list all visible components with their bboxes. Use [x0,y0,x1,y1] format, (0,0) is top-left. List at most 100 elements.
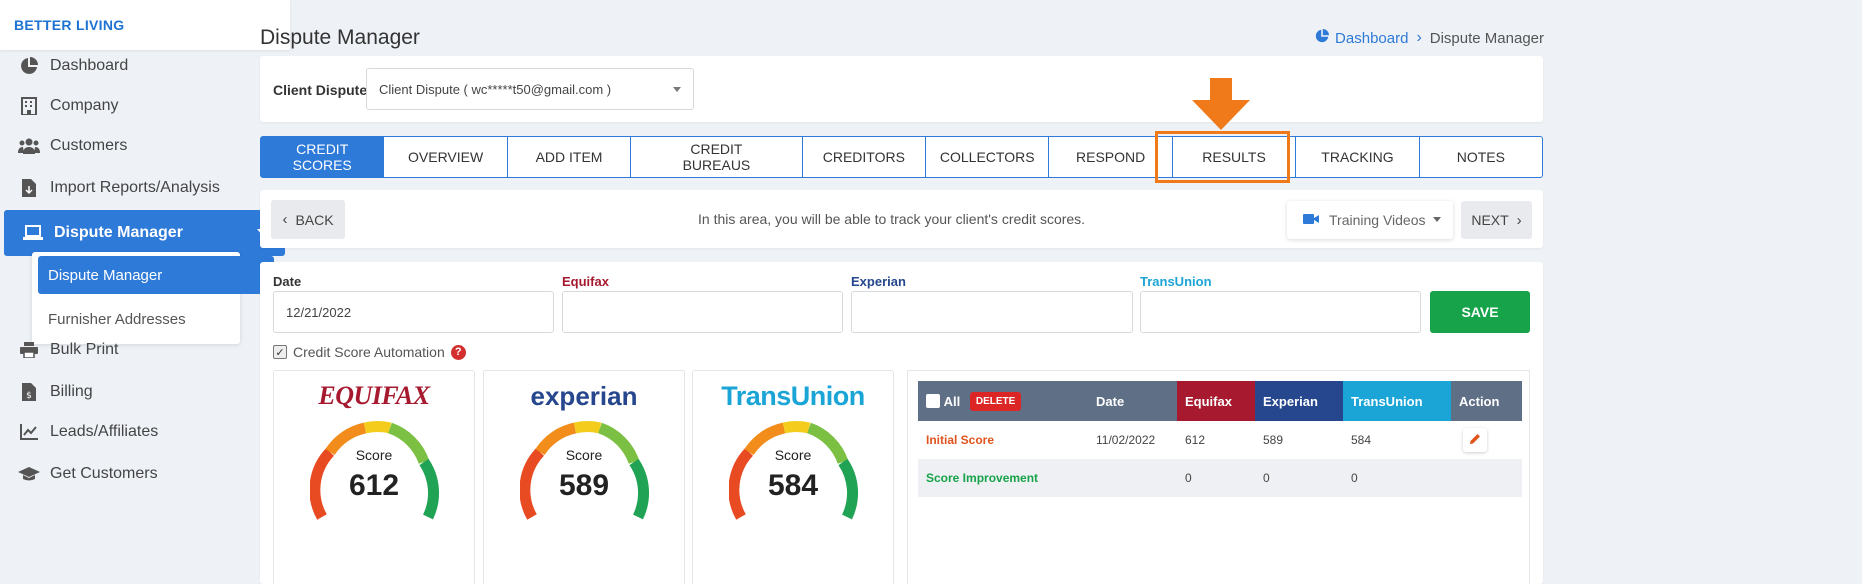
experian-label: Experian [851,274,906,289]
row-label: Initial Score [926,433,995,447]
row-transunion: 584 [1351,433,1372,447]
back-button[interactable]: ‹ BACK [271,200,345,239]
sidebar-item-billing[interactable]: $ Billing [0,370,290,414]
experian-score-card: experian Score 589 [483,370,685,584]
breadcrumb-home-link[interactable]: Dashboard [1315,29,1408,47]
sidebar-item-customers[interactable]: Customers [0,124,290,168]
breadcrumb: Dashboard › Dispute Manager [1315,29,1544,47]
sidebar-item-label: Get Customers [50,465,158,482]
delete-button[interactable]: DELETE [969,391,1022,411]
pencil-icon [1469,432,1481,448]
automation-checkbox[interactable]: ✓ [273,345,287,359]
row-equifax: 612 [1185,433,1206,447]
tab-creditors[interactable]: CREDITORS [803,137,927,177]
sidebar-item-label: Dashboard [50,57,129,74]
sidebar-item-import-reports[interactable]: Import Reports/Analysis [0,166,290,210]
row-date [1088,459,1177,497]
brand-logo[interactable]: BETTER LIVING [0,0,290,50]
client-dispute-select[interactable]: Client Dispute ( wc*****t50@gmail.com ) [366,68,694,110]
invoice-icon: $ [18,381,40,403]
arrow-down-icon [1192,78,1250,130]
breadcrumb-current: Dispute Manager [1429,29,1544,47]
date-label: Date [273,274,302,289]
graduation-cap-icon [18,463,40,485]
tab-notes[interactable]: NOTES [1420,137,1542,177]
sidebar-item-label: Bulk Print [50,341,119,358]
chevron-down-icon [673,87,681,92]
row-label: Score Improvement [918,459,1088,497]
row-action [1451,421,1522,459]
help-icon[interactable]: ? [450,344,466,360]
equifax-score-card: EQUIFAX Score 612 [273,370,475,584]
tab-collectors[interactable]: COLLECTORS [926,137,1050,177]
credit-scores-form: Date 12/21/2022 Equifax Experian TransUn… [260,262,1543,584]
tab-credit-scores[interactable]: CREDIT SCORES [261,137,385,177]
score-history-table-wrap: All DELETE Date Equifax Experian TransUn… [907,370,1530,584]
row-experian: 0 [1255,459,1343,497]
info-bar: ‹ BACK In this area, you will be able to… [260,190,1543,248]
video-camera-icon [1303,212,1319,228]
transunion-label: TransUnion [1140,274,1212,289]
row-experian: 589 [1263,433,1284,447]
printer-icon [18,339,40,361]
submenu-item-dispute-manager[interactable]: Dispute Manager [38,256,274,294]
select-all-label: All [943,393,961,409]
chevron-right-icon: › [1516,211,1522,229]
score-history-table: All DELETE Date Equifax Experian TransUn… [918,381,1522,497]
pie-chart-icon [1315,29,1330,47]
sidebar-item-leads-affiliates[interactable]: Leads/Affiliates [0,410,290,454]
equifax-logo: EQUIFAX [318,381,430,410]
transunion-score-card: TransUnion Score 584 [692,370,894,584]
chevron-left-icon: ‹ [282,211,288,228]
save-button[interactable]: SAVE [1430,291,1530,333]
tab-add-item[interactable]: ADD ITEM [508,137,632,177]
tab-tracking[interactable]: TRACKING [1296,137,1420,177]
score-label: Score [774,447,812,463]
sidebar-item-dashboard[interactable]: Dashboard [0,44,290,88]
edit-button[interactable] [1463,428,1487,452]
line-chart-icon [18,421,40,443]
table-row: Score Improvement 0 0 0 [918,459,1522,497]
laptop-icon [22,222,44,244]
select-all-header: All DELETE [918,381,1088,421]
sidebar-item-get-customers[interactable]: Get Customers [0,452,290,496]
next-button[interactable]: NEXT › [1461,201,1532,239]
client-dispute-label: Client Dispute [273,82,368,98]
page-title: Dispute Manager [260,26,420,49]
training-videos-dropdown[interactable]: Training Videos [1287,201,1453,239]
client-dispute-value: Client Dispute ( wc*****t50@gmail.com ) [379,81,612,97]
experian-logo: experian [530,381,638,411]
transunion-header: TransUnion [1343,381,1451,421]
chevron-right-icon: › [1416,29,1422,46]
tab-overview[interactable]: OVERVIEW [384,137,508,177]
transunion-score-value: 584 [767,469,819,502]
equifax-score-input[interactable] [562,291,843,333]
sidebar-item-company[interactable]: Company [0,84,290,128]
action-header: Action [1451,381,1522,421]
results-tab-highlight [1155,131,1290,183]
sidebar-item-label: Company [50,97,119,114]
equifax-score-value: 612 [348,469,400,502]
table-row: Initial Score 11/02/2022 612 589 584 [918,421,1522,459]
sidebar: BETTER LIVING Dashboard Company Customer… [0,0,290,584]
users-icon [18,135,40,157]
score-label: Score [355,447,393,463]
transunion-score-input[interactable] [1140,291,1421,333]
tab-credit-bureaus[interactable]: CREDIT BUREAUS [631,137,803,177]
select-all-checkbox[interactable] [926,394,940,408]
date-input[interactable]: 12/21/2022 [273,291,554,333]
row-equifax: 0 [1177,459,1255,497]
row-date: 11/02/2022 [1096,433,1156,447]
training-videos-label: Training Videos [1329,212,1426,228]
pie-chart-icon [18,55,40,77]
sidebar-item-bulk-print[interactable]: Bulk Print [0,328,290,372]
row-transunion: 0 [1343,459,1451,497]
back-label: BACK [295,211,334,228]
sidebar-item-label: Dispute Manager [54,224,183,241]
credit-score-automation: ✓ Credit Score Automation ? [273,344,466,360]
client-dispute-card: Client Dispute Client Dispute ( wc*****t… [260,56,1543,122]
row-action [1451,459,1522,497]
sidebar-item-dispute-manager[interactable]: Dispute Manager [4,210,285,256]
experian-score-input[interactable] [851,291,1133,333]
sidebar-item-label: Leads/Affiliates [50,423,159,440]
